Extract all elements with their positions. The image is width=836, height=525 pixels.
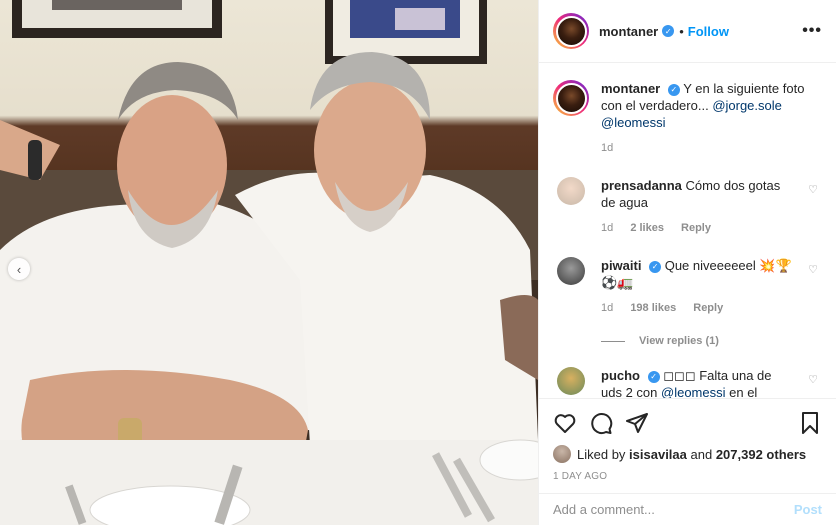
post-photo[interactable]: ‹: [0, 0, 538, 525]
author-username[interactable]: montaner: [599, 24, 658, 39]
verified-icon: ✓: [667, 83, 680, 96]
commenter-username[interactable]: pucho: [601, 368, 640, 383]
liker-username[interactable]: isisavilaa: [629, 447, 687, 462]
comment-time[interactable]: 1d: [601, 302, 613, 314]
comment-like-heart-icon[interactable]: ♡: [808, 183, 818, 196]
comment-item: pucho ✓ ◻◻◻ Falta una de uds 2 con @leom…: [553, 367, 822, 398]
post-header: montaner ✓ • Follow •••: [539, 0, 836, 63]
comment-meta: 1d 2 likes Reply: [601, 220, 792, 237]
caption: montaner ✓ Y en la siguiente foto con el…: [553, 80, 822, 157]
comment-likes[interactable]: 198 likes: [630, 302, 676, 314]
commenter-avatar[interactable]: [557, 177, 585, 205]
likes-summary: Liked by isisavilaa and 207,392 others: [553, 445, 822, 463]
author-avatar[interactable]: [553, 13, 589, 49]
reply-button[interactable]: Reply: [693, 302, 723, 314]
commenter-username[interactable]: piwaiti: [601, 258, 641, 273]
view-replies-button[interactable]: View replies (1): [601, 335, 822, 347]
verified-icon: ✓: [647, 370, 660, 383]
verified-icon: ✓: [662, 25, 675, 37]
separator-dot: •: [679, 23, 684, 39]
follow-button[interactable]: Follow: [688, 24, 729, 39]
mention-link[interactable]: @leomessi: [601, 115, 666, 130]
reply-button[interactable]: Reply: [681, 222, 711, 234]
mention-link[interactable]: @leomessi: [661, 385, 726, 398]
comment-meta: 1d 198 likes Reply: [601, 300, 792, 317]
comment-like-heart-icon[interactable]: ♡: [808, 373, 818, 386]
caption-time[interactable]: 1d: [601, 142, 613, 154]
likes-middle: and: [690, 446, 713, 462]
caption-avatar[interactable]: [553, 80, 589, 116]
action-icons: [553, 407, 822, 439]
add-comment-bar: Post: [539, 493, 836, 525]
comment-input[interactable]: [553, 502, 794, 517]
more-options-icon[interactable]: •••: [802, 22, 822, 40]
comment-time[interactable]: 1d: [601, 222, 613, 234]
post-timestamp[interactable]: 1 DAY AGO: [553, 471, 822, 482]
commenter-username[interactable]: prensadanna: [601, 178, 682, 193]
comment-icon[interactable]: [589, 411, 613, 435]
share-icon[interactable]: [625, 411, 649, 435]
likes-prefix: Liked by: [577, 446, 626, 462]
likes-count[interactable]: 207,392 others: [716, 447, 806, 462]
caption-meta: 1d: [601, 140, 822, 157]
heart-icon[interactable]: [553, 411, 577, 435]
commenter-avatar[interactable]: [557, 257, 585, 285]
commenter-avatar[interactable]: [557, 367, 585, 395]
photo-illustration: [0, 0, 538, 525]
caption-username[interactable]: montaner: [601, 81, 660, 96]
comments-list[interactable]: montaner ✓ Y en la siguiente foto con el…: [539, 64, 836, 398]
caption-text: montaner ✓ Y en la siguiente foto con el…: [601, 80, 822, 131]
comment-item: piwaiti ✓ Que niveeeeeel 💥🏆 ⚽🚛 1d 198 li…: [553, 257, 822, 317]
verified-icon: ✓: [649, 260, 662, 273]
liker-avatar[interactable]: [553, 445, 571, 463]
comment-likes[interactable]: 2 likes: [630, 222, 664, 234]
bookmark-icon[interactable]: [798, 411, 822, 435]
view-replies-label: View replies (1): [639, 335, 719, 347]
post-actions: Liked by isisavilaa and 207,392 others 1…: [539, 398, 836, 493]
comment-item: prensadanna Cómo dos gotas de agua 1d 2 …: [553, 177, 822, 237]
carousel-prev-button[interactable]: ‹: [8, 258, 30, 280]
comment-like-heart-icon[interactable]: ♡: [808, 263, 818, 276]
replies-divider: [601, 340, 625, 342]
post-side-panel: montaner ✓ • Follow ••• montaner ✓ Y en …: [538, 0, 836, 525]
mention-link[interactable]: @jorge.sole: [712, 98, 782, 113]
post-comment-button[interactable]: Post: [794, 502, 822, 517]
